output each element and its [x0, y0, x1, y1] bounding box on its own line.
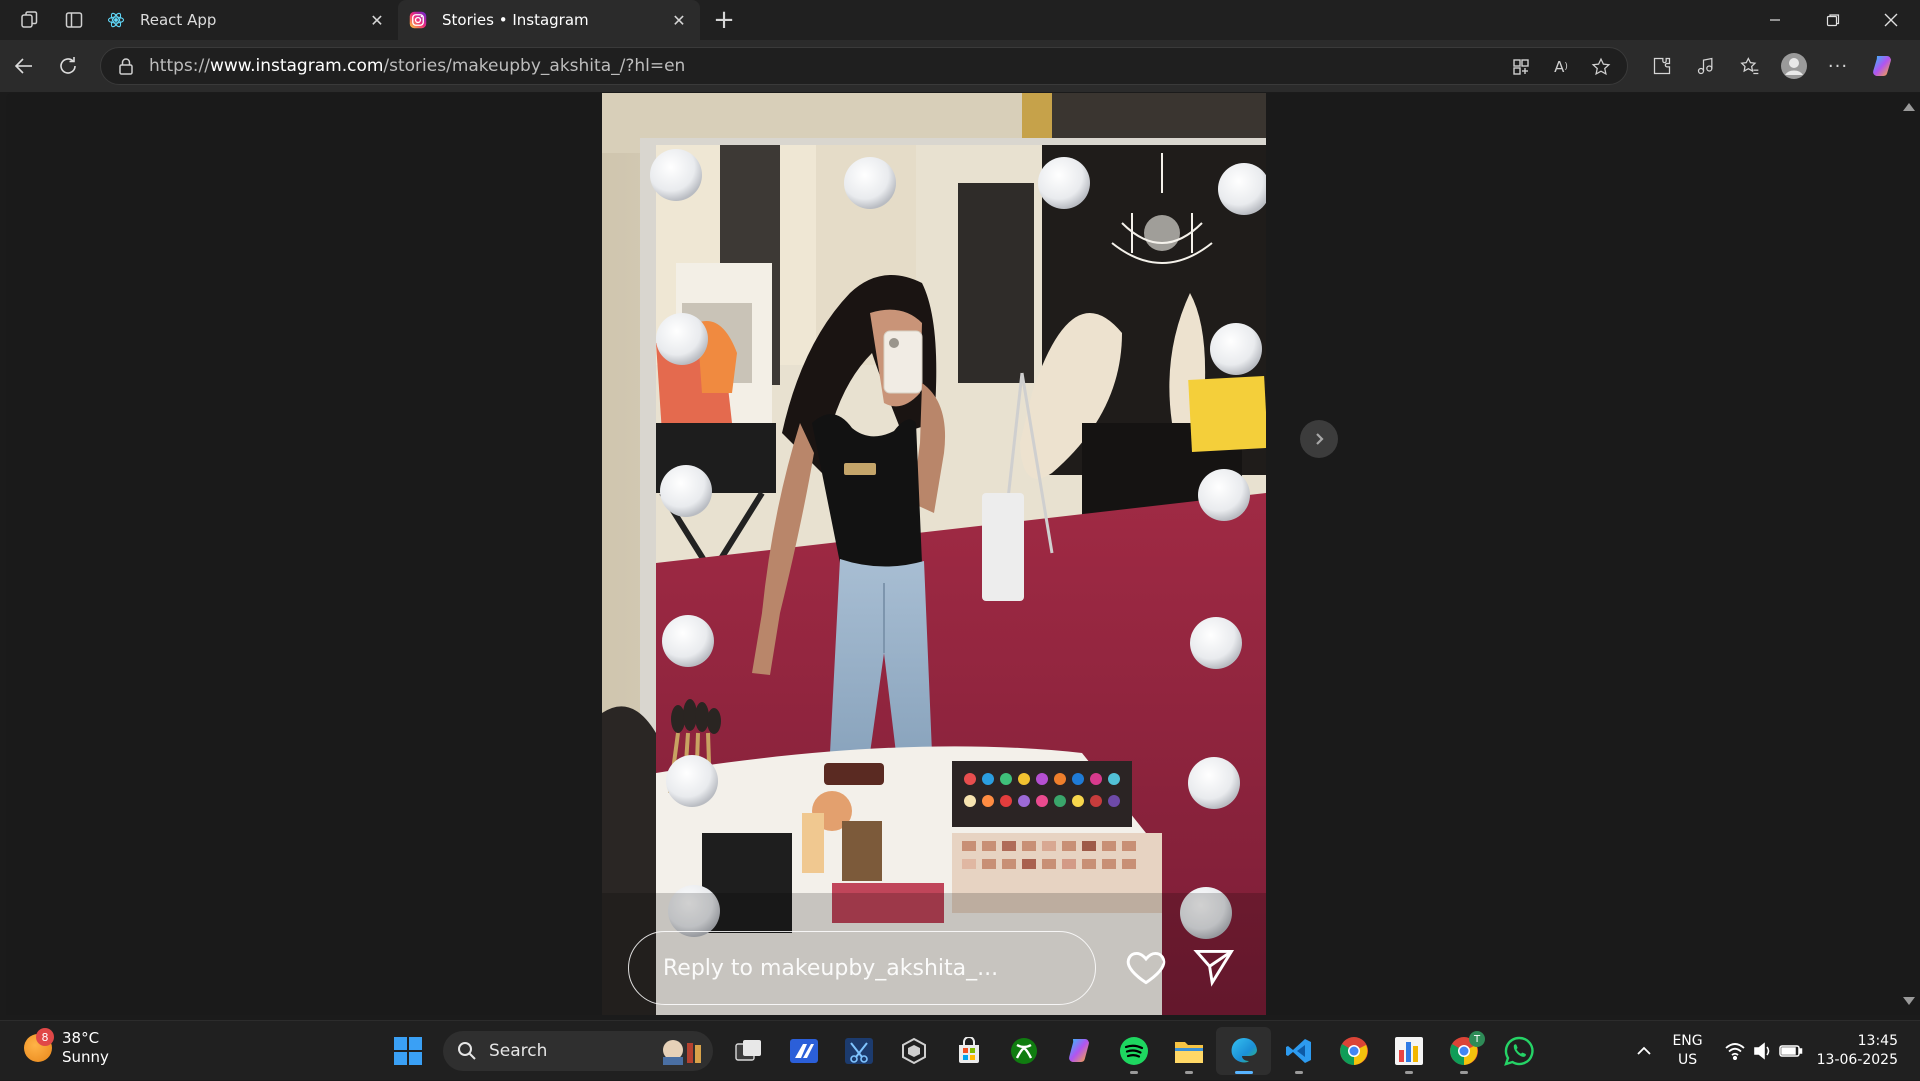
story-photo: [602, 93, 1266, 1015]
reply-input[interactable]: [663, 955, 1063, 981]
running-indicator: [1404, 1071, 1413, 1074]
search-icon: [458, 1042, 476, 1060]
volume-icon[interactable]: [1749, 1037, 1777, 1065]
chrome-profile-icon[interactable]: T: [1436, 1027, 1491, 1075]
profile-badge: T: [1469, 1031, 1485, 1047]
page-scrollbar[interactable]: [1896, 93, 1920, 1015]
spotify-icon[interactable]: [1106, 1027, 1161, 1075]
restore-icon[interactable]: [1804, 0, 1862, 40]
story-viewer[interactable]: [602, 93, 1266, 1015]
clock-date: 13-06-2025: [1816, 1052, 1898, 1068]
weather-widget[interactable]: 8 38°C Sunny: [24, 1028, 109, 1067]
instagram-icon: [408, 10, 428, 30]
scroll-up-arrow[interactable]: [1903, 103, 1915, 111]
reply-field[interactable]: [628, 931, 1096, 1005]
running-indicator: [1294, 1071, 1303, 1074]
edge-browser-icon[interactable]: [1216, 1027, 1271, 1075]
tab-title: React App: [140, 11, 217, 29]
show-hidden-icons-chevron[interactable]: [1630, 1037, 1658, 1065]
window-controls: [1746, 0, 1920, 40]
read-aloud-icon[interactable]: A): [1543, 49, 1579, 85]
file-explorer-icon[interactable]: [1161, 1027, 1216, 1075]
refresh-icon[interactable]: [46, 46, 90, 86]
taskbar-apps: Search T: [380, 1027, 1546, 1075]
input-language[interactable]: ENG US: [1672, 1032, 1702, 1070]
unity-hub-icon[interactable]: [886, 1027, 941, 1075]
workspaces-icon[interactable]: [8, 0, 52, 40]
tab-title: Stories • Instagram: [442, 11, 589, 29]
back-icon[interactable]: [2, 46, 46, 86]
new-tab-button[interactable]: +: [704, 0, 744, 40]
profile-avatar-icon[interactable]: [1772, 46, 1816, 86]
region-code: US: [1677, 1052, 1698, 1068]
browser-tools: ···: [1640, 46, 1904, 86]
running-indicator: [1459, 1071, 1468, 1074]
notification-badge: 8: [36, 1028, 54, 1046]
start-windows-icon[interactable]: [380, 1027, 435, 1075]
more-options-icon[interactable]: ···: [1816, 46, 1860, 86]
vertical-tabs-icon[interactable]: [52, 0, 96, 40]
media-control-icon[interactable]: [1684, 46, 1728, 86]
bar-chart-app-icon[interactable]: [1381, 1027, 1436, 1075]
windows-taskbar: 8 38°C Sunny Search T ENG US 13:45 13-06…: [0, 1020, 1920, 1080]
snipping-tool-icon[interactable]: [831, 1027, 886, 1075]
running-indicator: [1184, 1071, 1193, 1074]
close-window-icon[interactable]: [1862, 0, 1920, 40]
clock-time: 13:45: [1857, 1033, 1898, 1049]
whatsapp-icon[interactable]: [1491, 1027, 1546, 1075]
url-text: https://www.instagram.com/stories/makeup…: [149, 56, 686, 76]
vscode-icon[interactable]: [1271, 1027, 1326, 1075]
close-tab-icon[interactable]: ✕: [668, 9, 690, 31]
extensions-icon[interactable]: [1640, 46, 1684, 86]
page-viewport: [6, 93, 1896, 1015]
system-tray: ENG US 13:45 13-06-2025: [1630, 1021, 1920, 1081]
running-indicator: [1129, 1071, 1138, 1074]
navigation-toolbar: https://www.instagram.com/stories/makeup…: [0, 40, 1920, 92]
weather-condition: Sunny: [62, 1048, 109, 1066]
share-send-icon[interactable]: [1192, 945, 1236, 989]
tab-stories-instagram[interactable]: Stories • Instagram ✕: [398, 0, 700, 40]
favorites-icon[interactable]: [1728, 46, 1772, 86]
system-clock[interactable]: 13:45 13-06-2025: [1817, 1032, 1898, 1070]
tab-bar: React App ✕ Stories • Instagram ✕ +: [0, 0, 1920, 40]
xbox-icon[interactable]: [996, 1027, 1051, 1075]
favorite-star-icon[interactable]: [1583, 49, 1619, 85]
address-bar[interactable]: https://www.instagram.com/stories/makeup…: [100, 47, 1628, 85]
site-info-icon[interactable]: [115, 57, 137, 75]
copilot-icon[interactable]: [1860, 46, 1904, 86]
app-available-icon[interactable]: [1503, 49, 1539, 85]
like-heart-icon[interactable]: [1124, 945, 1168, 989]
active-indicator: [1234, 1071, 1253, 1074]
task-view-icon[interactable]: [721, 1027, 776, 1075]
react-icon: [106, 10, 126, 30]
search-highlight-icon: [663, 1040, 701, 1065]
microsoft-store-icon[interactable]: [941, 1027, 996, 1075]
wifi-icon[interactable]: [1721, 1037, 1749, 1065]
taskbar-search[interactable]: Search: [443, 1031, 713, 1071]
chrome-icon[interactable]: [1326, 1027, 1381, 1075]
scroll-down-arrow[interactable]: [1903, 997, 1915, 1005]
close-tab-icon[interactable]: ✕: [366, 9, 388, 31]
copilot-app-icon[interactable]: [1051, 1027, 1106, 1075]
search-label: Search: [489, 1041, 548, 1061]
next-story-button[interactable]: [1300, 420, 1338, 458]
battery-icon[interactable]: [1777, 1037, 1805, 1065]
minimize-icon[interactable]: [1746, 0, 1804, 40]
weather-temperature: 38°C: [62, 1029, 100, 1047]
pen-app-icon[interactable]: [776, 1027, 831, 1075]
language-code: ENG: [1672, 1033, 1703, 1049]
tab-react-app[interactable]: React App ✕: [96, 0, 398, 40]
sunny-weather-icon: 8: [24, 1028, 54, 1062]
